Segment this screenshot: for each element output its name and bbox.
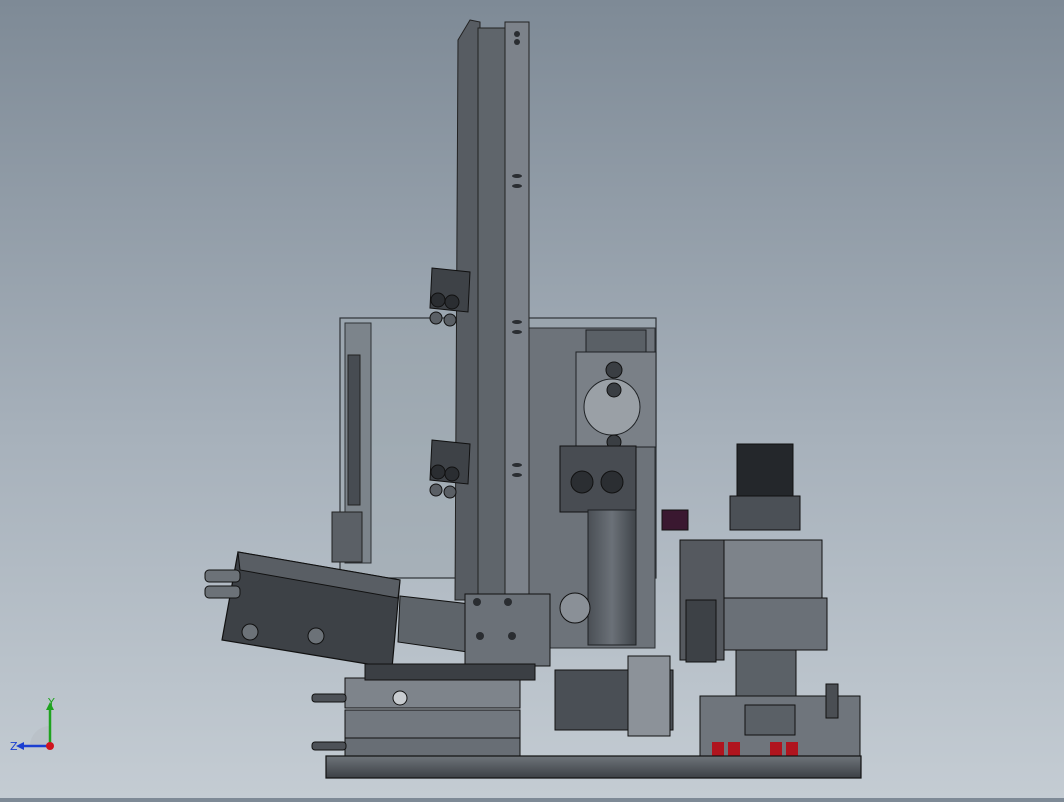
lower-slide-cylinders [311, 663, 536, 763]
machine-assembly-model [204, 19, 862, 779]
triad-y-label: Y [47, 698, 55, 709]
base-plate [325, 755, 862, 779]
clamp-bracket [627, 655, 671, 737]
vertical-slide-rail [587, 509, 637, 646]
sensor-block [661, 509, 689, 531]
x-axis-dot [46, 742, 54, 750]
triad-z-label: Z [10, 740, 18, 753]
servo-motor-module [679, 443, 828, 699]
triad-plane-icon [30, 726, 50, 746]
cad-3d-viewport[interactable] [0, 0, 1064, 798]
coordinate-triad: Y Z [10, 696, 70, 758]
pulley-wheel [559, 592, 591, 624]
vertical-column [454, 19, 530, 608]
